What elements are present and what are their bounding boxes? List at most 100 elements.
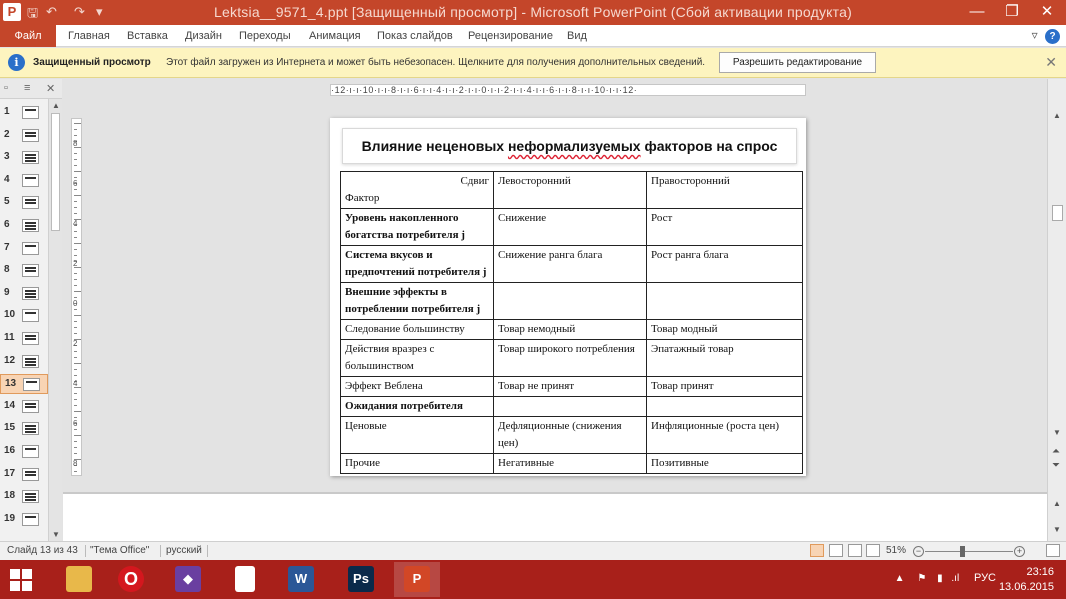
taskbar-document[interactable] bbox=[222, 562, 268, 597]
table-cell-right[interactable] bbox=[646, 396, 803, 417]
tab-view[interactable]: Вид bbox=[567, 30, 587, 42]
close-panel-icon[interactable]: ✕ bbox=[46, 82, 55, 95]
tray-up-icon[interactable]: ▲ bbox=[895, 573, 905, 584]
slide-thumbnail[interactable]: 8 bbox=[0, 261, 48, 281]
slide-thumbnail[interactable]: 9 bbox=[0, 284, 48, 304]
slides-view-icon[interactable]: ≡ bbox=[24, 82, 30, 94]
scroll-thumb[interactable] bbox=[51, 113, 60, 231]
slide-thumbnail[interactable]: 15 bbox=[0, 419, 48, 439]
table-cell-right[interactable]: Товар принят bbox=[646, 376, 803, 397]
taskbar-powerpoint[interactable]: P bbox=[394, 562, 440, 597]
clock[interactable]: 23:16 13.06.2015 bbox=[999, 565, 1054, 595]
header-cell-left[interactable]: Левосторонний bbox=[493, 171, 647, 209]
taskbar-word[interactable]: W bbox=[278, 562, 324, 597]
tab-slideshow[interactable]: Показ слайдов bbox=[377, 30, 453, 42]
notes-scroll-down-icon[interactable]: ▼ bbox=[1053, 525, 1061, 534]
tab-animations[interactable]: Анимация bbox=[309, 30, 361, 42]
protected-view-message[interactable]: Этот файл загружен из Интернета и может … bbox=[166, 57, 705, 68]
tray-language[interactable]: РУС bbox=[974, 572, 996, 584]
slide-thumbnail[interactable]: 11 bbox=[0, 329, 48, 349]
table-cell-left[interactable]: Снижение bbox=[493, 208, 647, 246]
table-cell-left[interactable]: Дефляционные (снижения цен) bbox=[493, 416, 647, 454]
slide-thumbnail[interactable]: 13 bbox=[0, 374, 48, 395]
scroll-down-icon[interactable]: ▼ bbox=[52, 530, 60, 539]
tray-power-icon[interactable]: ▮ bbox=[937, 573, 943, 584]
slide-thumbnail[interactable]: 14 bbox=[0, 397, 48, 417]
slide-thumbnail[interactable]: 19 bbox=[0, 510, 48, 530]
table-cell-factor[interactable]: Уровень накопленного богатства потребите… bbox=[340, 208, 494, 246]
table-cell-left[interactable]: Снижение ранга блага bbox=[493, 245, 647, 283]
zoom-in-icon[interactable]: + bbox=[1014, 546, 1025, 557]
tab-design[interactable]: Дизайн bbox=[185, 30, 222, 42]
slide-thumbnail[interactable]: 17 bbox=[0, 465, 48, 485]
table-cell-left[interactable]: Товар не принят bbox=[493, 376, 647, 397]
next-slide-icon[interactable]: ⏷ bbox=[1052, 460, 1060, 471]
table-cell-left[interactable] bbox=[493, 396, 647, 417]
close-message-icon[interactable]: ✕ bbox=[1045, 54, 1057, 71]
outline-view-icon[interactable]: ▫ bbox=[4, 82, 8, 94]
collapse-ribbon-icon[interactable]: ▿ bbox=[1032, 28, 1038, 42]
zoom-level[interactable]: 51% bbox=[886, 545, 906, 556]
slide-thumbnail[interactable]: 7 bbox=[0, 239, 48, 259]
tab-review[interactable]: Рецензирование bbox=[468, 30, 553, 42]
close-button[interactable]: ✕ bbox=[1030, 0, 1064, 25]
table-cell-left[interactable]: Товар немодный bbox=[493, 319, 647, 340]
taskbar-visual-studio[interactable]: ◆ bbox=[165, 562, 211, 597]
normal-view-icon[interactable] bbox=[810, 544, 824, 557]
taskbar-file-explorer[interactable] bbox=[56, 562, 102, 597]
minimize-button[interactable]: — bbox=[960, 0, 994, 25]
windows-start-icon[interactable] bbox=[10, 569, 32, 591]
slide-thumbnail[interactable]: 12 bbox=[0, 352, 48, 372]
notes-pane[interactable] bbox=[63, 492, 1047, 541]
table-cell-right[interactable]: Инфляционные (роста цен) bbox=[646, 416, 803, 454]
taskbar-photoshop[interactable]: Ps bbox=[338, 562, 384, 597]
zoom-knob[interactable] bbox=[960, 546, 965, 557]
language-indicator[interactable]: русский bbox=[166, 545, 202, 556]
reading-view-icon[interactable] bbox=[848, 544, 862, 557]
table-cell-factor[interactable]: Внешние эффекты в потреблении потребител… bbox=[340, 282, 494, 320]
tray-flag-icon[interactable]: ⚑ bbox=[917, 573, 926, 584]
table-cell-right[interactable]: Эпатажный товар bbox=[646, 339, 803, 377]
table-cell-factor[interactable]: Прочие bbox=[340, 453, 494, 474]
tab-insert[interactable]: Вставка bbox=[127, 30, 168, 42]
slide-title[interactable]: Влияние неценовых неформализуемых фактор… bbox=[342, 128, 797, 164]
table-cell-factor[interactable]: Действия вразрез с большинством bbox=[340, 339, 494, 377]
scroll-down-icon[interactable]: ▼ bbox=[1053, 428, 1061, 437]
main-vertical-scrollbar[interactable]: ▲ ▼ ⏶ ⏷ ▲ ▼ bbox=[1047, 79, 1066, 541]
table-cell-factor[interactable]: Эффект Веблена bbox=[340, 376, 494, 397]
tray-signal-icon[interactable]: .ıl bbox=[951, 573, 959, 584]
table-cell-factor[interactable]: Система вкусов и предпочтений потребител… bbox=[340, 245, 494, 283]
factors-table[interactable]: Сдвиг Фактор Левосторонний Правосторонни… bbox=[340, 171, 803, 474]
table-cell-right[interactable] bbox=[646, 282, 803, 320]
slide-thumbnail[interactable]: 1 bbox=[0, 103, 48, 123]
slide-thumbnail[interactable]: 6 bbox=[0, 216, 48, 236]
table-cell-right[interactable]: Рост bbox=[646, 208, 803, 246]
previous-slide-icon[interactable]: ⏶ bbox=[1052, 446, 1060, 457]
table-cell-factor[interactable]: Ценовые bbox=[340, 416, 494, 454]
table-cell-left[interactable]: Товар широкого потребления bbox=[493, 339, 647, 377]
table-cell-left[interactable]: Негативные bbox=[493, 453, 647, 474]
tab-home[interactable]: Главная bbox=[68, 30, 110, 42]
tab-transitions[interactable]: Переходы bbox=[239, 30, 291, 42]
table-cell-factor[interactable]: Следование большинству bbox=[340, 319, 494, 340]
slide-thumbnail[interactable]: 3 bbox=[0, 148, 48, 168]
maximize-button[interactable]: ❐ bbox=[995, 0, 1029, 25]
slide-thumbnail[interactable]: 2 bbox=[0, 126, 48, 146]
header-cell-factor[interactable]: Сдвиг Фактор bbox=[340, 171, 494, 209]
slide-canvas[interactable]: Влияние неценовых неформализуемых фактор… bbox=[330, 118, 806, 476]
table-cell-right[interactable]: Позитивные bbox=[646, 453, 803, 474]
slide-thumbnail[interactable]: 10 bbox=[0, 306, 48, 326]
enable-editing-button[interactable]: Разрешить редактирование bbox=[719, 52, 876, 73]
zoom-out-icon[interactable]: − bbox=[913, 546, 924, 557]
slide-thumbnail[interactable]: 16 bbox=[0, 442, 48, 462]
slide-thumbnail[interactable]: 5 bbox=[0, 193, 48, 213]
slideshow-view-icon[interactable] bbox=[866, 544, 880, 557]
table-cell-right[interactable]: Товар модный bbox=[646, 319, 803, 340]
slide-sorter-view-icon[interactable] bbox=[829, 544, 843, 557]
slide-thumbnail[interactable]: 18 bbox=[0, 487, 48, 507]
scroll-thumb[interactable] bbox=[1052, 205, 1063, 221]
table-cell-left[interactable] bbox=[493, 282, 647, 320]
slides-panel-scrollbar[interactable]: ▲ ▼ bbox=[48, 99, 62, 541]
table-cell-factor[interactable]: Ожидания потребителя bbox=[340, 396, 494, 417]
header-cell-right[interactable]: Правосторонний bbox=[646, 171, 803, 209]
